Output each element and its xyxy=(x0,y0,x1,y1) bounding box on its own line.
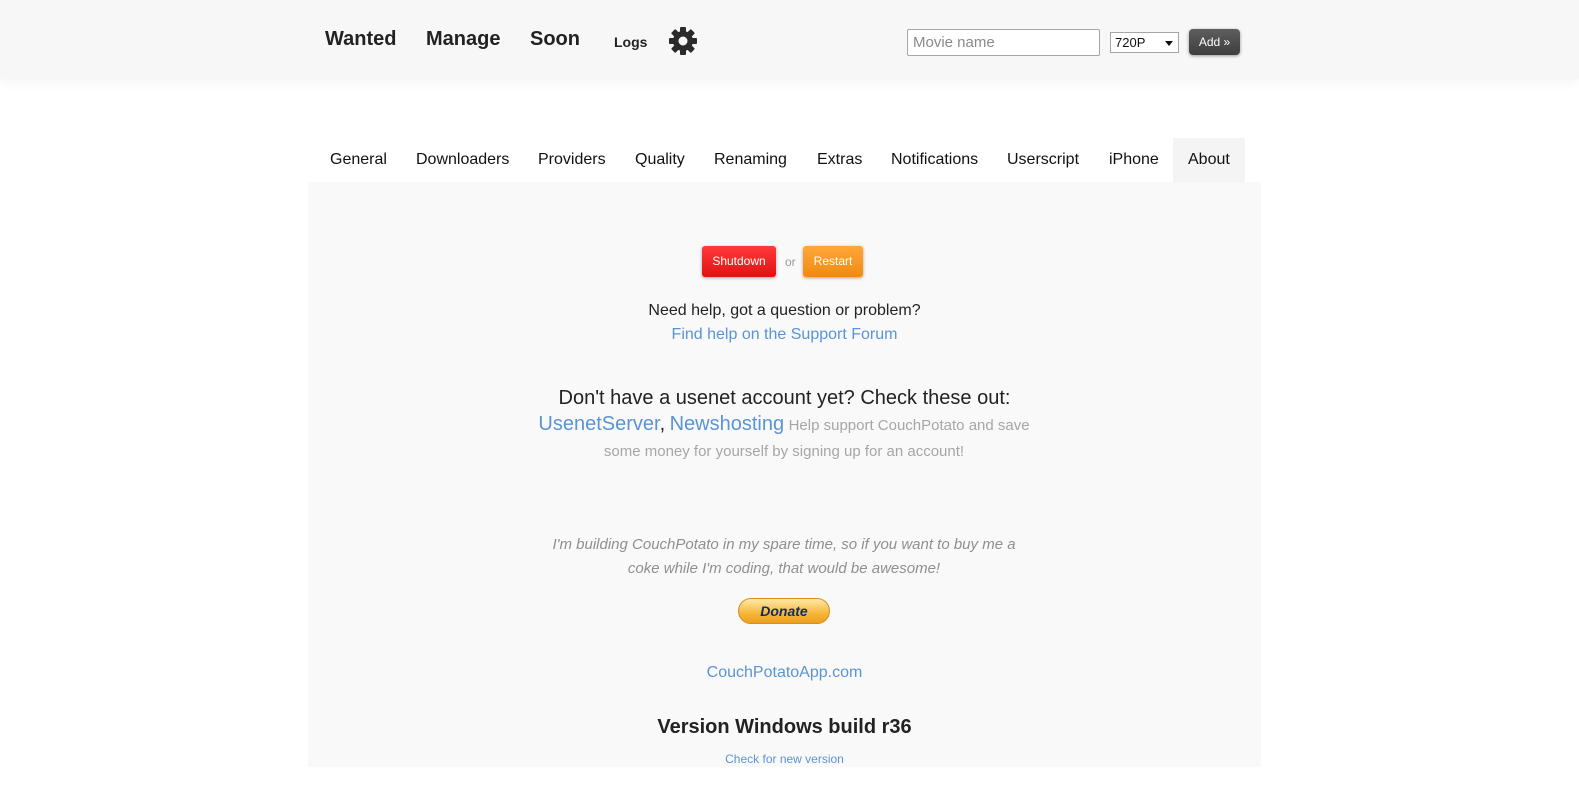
tab-iphone[interactable]: iPhone xyxy=(1094,138,1174,182)
check-version-link[interactable]: Check for new version xyxy=(725,752,844,766)
newshosting-link[interactable]: Newshosting xyxy=(670,413,785,435)
chevron-down-icon xyxy=(1165,41,1173,46)
website-link-row: CouchPotatoApp.com xyxy=(308,664,1261,682)
or-label: or xyxy=(785,255,796,269)
website-link[interactable]: CouchPotatoApp.com xyxy=(707,664,863,681)
donate-button[interactable]: Donate xyxy=(738,598,830,624)
help-question-text: Need help, got a question or problem? xyxy=(648,302,921,319)
version-text: Version Windows build r36 xyxy=(657,716,912,738)
top-header: Wanted Manage Soon Logs 720P Add » xyxy=(0,0,1579,79)
tab-quality[interactable]: Quality xyxy=(620,138,700,182)
nav-wanted-link[interactable]: Wanted xyxy=(325,28,396,51)
check-version-row: Check for new version xyxy=(308,752,1261,766)
tab-downloaders[interactable]: Downloaders xyxy=(401,138,524,182)
tab-providers[interactable]: Providers xyxy=(523,138,621,182)
tab-general[interactable]: General xyxy=(315,138,402,182)
support-forum-link-row: Find help on the Support Forum xyxy=(308,326,1261,344)
restart-button[interactable]: Restart xyxy=(803,246,863,277)
tab-extras[interactable]: Extras xyxy=(802,138,877,182)
donate-text: I'm building CouchPotato in my spare tim… xyxy=(552,536,1016,577)
comma-separator: , xyxy=(659,413,666,435)
add-movie-button[interactable]: Add » xyxy=(1189,29,1240,55)
nav-manage-link[interactable]: Manage xyxy=(426,28,500,51)
quality-select-value: 720P xyxy=(1115,35,1146,50)
shutdown-button[interactable]: Shutdown xyxy=(702,246,776,277)
nav-soon-link[interactable]: Soon xyxy=(530,28,580,51)
movie-name-input[interactable] xyxy=(907,29,1100,56)
tab-userscript[interactable]: Userscript xyxy=(992,138,1094,182)
tab-notifications[interactable]: Notifications xyxy=(876,138,993,182)
tab-about[interactable]: About xyxy=(1173,138,1245,182)
usenet-support-text: Help support CouchPotato and save some m… xyxy=(603,417,1030,460)
gear-icon[interactable] xyxy=(668,26,698,56)
usenet-providers: UsenetServer, Newshosting Help support C… xyxy=(534,411,1034,465)
support-forum-link[interactable]: Find help on the Support Forum xyxy=(672,326,898,343)
tab-renaming[interactable]: Renaming xyxy=(699,138,802,182)
quality-select[interactable]: 720P xyxy=(1110,32,1179,53)
usenetserver-link[interactable]: UsenetServer xyxy=(538,413,659,435)
about-panel: Shutdown or Restart Need help, got a que… xyxy=(308,182,1261,767)
nav-logs-link[interactable]: Logs xyxy=(614,34,647,50)
usenet-heading: Don't have a usenet account yet? Check t… xyxy=(558,387,1011,409)
